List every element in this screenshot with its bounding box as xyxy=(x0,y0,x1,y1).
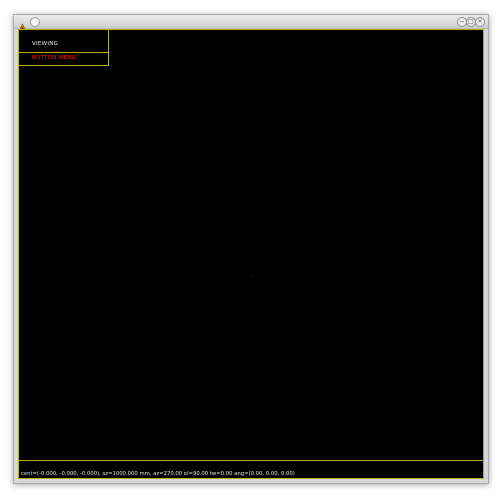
status-bar: cent=(-0.000, -0.000, -0.000), sz=1000.0… xyxy=(19,460,483,478)
title-bar[interactable]: − □ × xyxy=(14,15,488,32)
app-window: − □ × VIEWING BUTTON MENU cent=(-0.000, … xyxy=(13,14,489,484)
close-button[interactable]: × xyxy=(475,17,485,27)
button-menu-item[interactable]: BUTTON MENU xyxy=(19,52,108,65)
app-logo-icon xyxy=(18,17,27,32)
window-menu-icon[interactable] xyxy=(30,17,40,27)
view-center-marker xyxy=(251,275,252,276)
status-text: cent=(-0.000, -0.000, -0.000), sz=1000.0… xyxy=(21,471,295,477)
menu-title: VIEWING xyxy=(32,41,59,47)
graphics-viewport[interactable]: VIEWING BUTTON MENU cent=(-0.000, -0.000… xyxy=(18,29,484,479)
viewing-menu-panel: VIEWING BUTTON MENU xyxy=(19,30,109,66)
